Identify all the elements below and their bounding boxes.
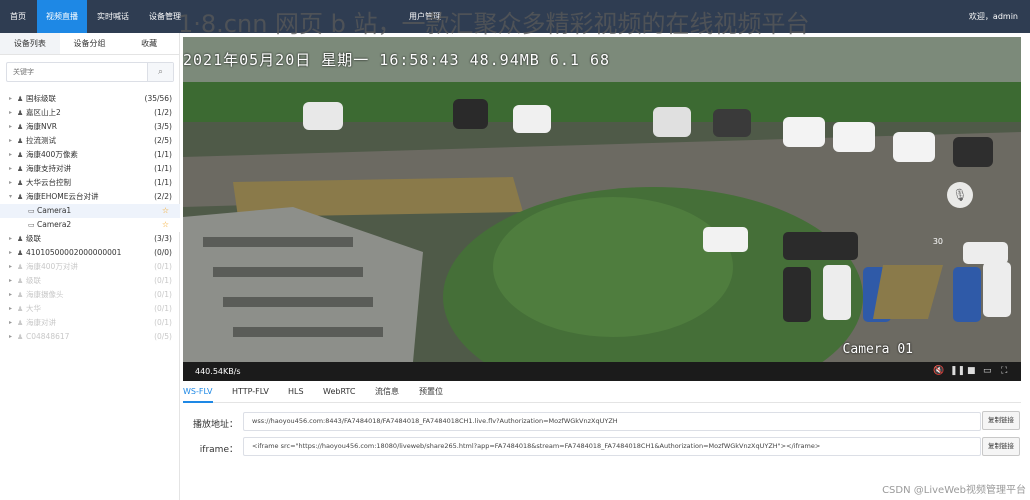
user-greeting[interactable]: 欢迎，admin — [969, 0, 1018, 33]
tree-camera-item[interactable]: ▭ Camera2 ☆ — [0, 218, 180, 232]
tree-node[interactable]: ▸ ♟ 海康NVR (3/5) — [0, 120, 180, 134]
group-icon: ♟ — [17, 249, 24, 257]
tree-node-offline[interactable]: ▸ ♟ 海康对讲 (0/1) — [0, 316, 180, 330]
copy-url-button[interactable]: 复制链接 — [982, 411, 1020, 430]
tree-node-offline[interactable]: ▸ ♟ 海康400万对讲 (0/1) — [0, 260, 180, 274]
tree-node[interactable]: ▸ ♟ 海康400万像素 (1/1) — [0, 148, 180, 162]
tree-node-offline[interactable]: ▸ ♟ 海康摄像头 (0/1) — [0, 288, 180, 302]
tree-node-offline[interactable]: ▸ ♟ C04848617 (0/5) — [0, 330, 180, 344]
player-control-bar: 440.54KB/s 🔇 ❚❚ ■ ▭ ⛶ — [183, 362, 1021, 381]
tab-stream-info[interactable]: 流信息 — [375, 383, 399, 401]
expand-arrow-icon[interactable]: ▸ — [9, 232, 12, 246]
mute-icon[interactable]: 🔇 — [933, 362, 944, 381]
group-icon: ♟ — [17, 305, 24, 313]
expand-arrow-icon[interactable]: ▸ — [9, 162, 12, 176]
tree-node[interactable]: ▸ ♟ 41010500002000000001 (0/0) — [0, 246, 180, 260]
group-icon: ♟ — [17, 179, 24, 187]
tab-presets[interactable]: 预置位 — [419, 383, 443, 401]
watermark-title: 1·8.cnn 网页 b 站，一款汇聚众多精彩视频的在线视频平台 — [178, 10, 810, 38]
iframe-label: iframe： — [199, 445, 238, 455]
copy-iframe-button[interactable]: 复制链接 — [982, 437, 1020, 456]
protocol-tabs: WS-FLV HTTP-FLV HLS WebRTC 流信息 预置位 — [183, 383, 1021, 403]
collapse-arrow-icon[interactable]: ▾ — [9, 190, 12, 204]
play-url-field[interactable]: wss://haoyou456.com:8443/FA7484018/FA748… — [243, 412, 981, 431]
star-icon[interactable]: ☆ — [162, 204, 169, 218]
tab-http-flv[interactable]: HTTP-FLV — [232, 383, 269, 401]
expand-arrow-icon[interactable]: ▸ — [9, 274, 12, 288]
video-osd-timestamp: 2021年05月20日 星期一 16:58:43 48.94MB 6.1 68 — [183, 51, 611, 69]
group-icon: ♟ — [17, 95, 24, 103]
device-tree: ▸ ♟ 国标级联 (35/56) ▸ ♟ 嘉区山上2 (1/2) ▸ ♟ 海康NVR (3/5) … — [0, 92, 180, 344]
pause-icon[interactable]: ❚❚ — [950, 362, 965, 381]
fullscreen-icon[interactable]: ⛶ — [1001, 362, 1007, 381]
stream-speed: 440.54KB/s — [195, 367, 241, 376]
device-sidebar: 设备列表 设备分组 收藏 ⌕ ▸♟国标级联(35/56) ▸♟嘉区山上2(1/2… — [0, 33, 180, 500]
device-search: ⌕ — [6, 62, 174, 82]
play-url-label: 播放地址： — [192, 420, 238, 430]
tree-camera-item[interactable]: ▭ Camera1 ☆ — [0, 204, 180, 218]
tree-node[interactable]: ▸ ♟ 嘉区山上2 (1/2) — [0, 106, 180, 120]
star-icon[interactable]: ☆ — [162, 218, 169, 232]
tab-webrtc[interactable]: WebRTC — [323, 383, 355, 401]
group-icon: ♟ — [17, 277, 24, 285]
nav-home[interactable]: 首页 — [0, 0, 36, 33]
stop-icon[interactable]: ■ — [967, 362, 976, 381]
ptz-value: 30 — [932, 237, 943, 246]
expand-arrow-icon[interactable]: ▸ — [9, 302, 12, 316]
group-icon: ♟ — [17, 333, 24, 341]
expand-arrow-icon[interactable]: ▸ — [9, 92, 12, 106]
expand-arrow-icon[interactable]: ▸ — [9, 176, 12, 190]
microphone-icon[interactable]: 🎙 — [947, 182, 973, 208]
group-icon: ♟ — [17, 109, 24, 117]
tree-node-offline[interactable]: ▸ ♟ 级联 (0/1) — [0, 274, 180, 288]
tree-node[interactable]: ▸ ♟ 海康支持对讲 (1/1) — [0, 162, 180, 176]
group-icon: ♟ — [17, 165, 24, 173]
group-icon: ♟ — [17, 263, 24, 271]
tree-node[interactable]: ▸ ♟ 国标级联 (35/56) — [0, 92, 180, 106]
camera-feed-scene — [183, 37, 1021, 362]
group-icon: ♟ — [17, 123, 24, 131]
iframe-code-field[interactable]: <iframe src="https://haoyou456.com:18080… — [243, 437, 981, 456]
tab-ws-flv[interactable]: WS-FLV — [183, 383, 213, 403]
tree-node-offline[interactable]: ▸ ♟ 大华 (0/1) — [0, 302, 180, 316]
group-icon: ♟ — [17, 235, 24, 243]
tab-hls[interactable]: HLS — [288, 383, 304, 401]
footer-watermark: CSDN @LiveWeb视频管理平台 — [882, 485, 1026, 496]
expand-arrow-icon[interactable]: ▸ — [9, 134, 12, 148]
search-icon[interactable]: ⌕ — [147, 63, 173, 81]
sidebar-tabs: 设备列表 设备分组 收藏 — [0, 33, 179, 55]
expand-arrow-icon[interactable]: ▸ — [9, 330, 12, 344]
expand-arrow-icon[interactable]: ▸ — [9, 288, 12, 302]
expand-arrow-icon[interactable]: ▸ — [9, 316, 12, 330]
expand-arrow-icon[interactable]: ▸ — [9, 260, 12, 274]
group-icon: ♟ — [17, 291, 24, 299]
group-icon: ♟ — [17, 151, 24, 159]
nav-live-talk[interactable]: 实时喊话 — [88, 0, 138, 33]
camera-icon: ▭ — [28, 207, 35, 215]
tree-node[interactable]: ▸ ♟ 拉流测试 (2/5) — [0, 134, 180, 148]
group-icon: ♟ — [17, 319, 24, 327]
tree-node[interactable]: ▸ ♟ 级联 (3/3) — [0, 232, 180, 246]
group-icon: ♟ — [17, 193, 24, 201]
tab-favorites[interactable]: 收藏 — [119, 33, 179, 54]
tab-device-list[interactable]: 设备列表 — [0, 33, 60, 54]
expand-arrow-icon[interactable]: ▸ — [9, 148, 12, 162]
expand-arrow-icon[interactable]: ▸ — [9, 106, 12, 120]
tree-node-expanded[interactable]: ▾ ♟ 海康EHOME云台对讲 (2/2) — [0, 190, 180, 204]
nav-live-video[interactable]: 视频直播 — [37, 0, 87, 33]
camera-icon: ▭ — [28, 221, 35, 229]
video-player[interactable]: 2021年05月20日 星期一 16:58:43 48.94MB 6.1 68 … — [183, 37, 1021, 362]
tab-device-group[interactable]: 设备分组 — [60, 33, 120, 54]
record-icon[interactable]: ▭ — [983, 362, 992, 381]
expand-arrow-icon[interactable]: ▸ — [9, 246, 12, 260]
tree-node[interactable]: ▸ ♟ 大华云台控制 (1/1) — [0, 176, 180, 190]
search-input[interactable] — [7, 63, 147, 81]
camera-label: Camera 01 — [842, 342, 913, 357]
group-icon: ♟ — [17, 137, 24, 145]
expand-arrow-icon[interactable]: ▸ — [9, 120, 12, 134]
